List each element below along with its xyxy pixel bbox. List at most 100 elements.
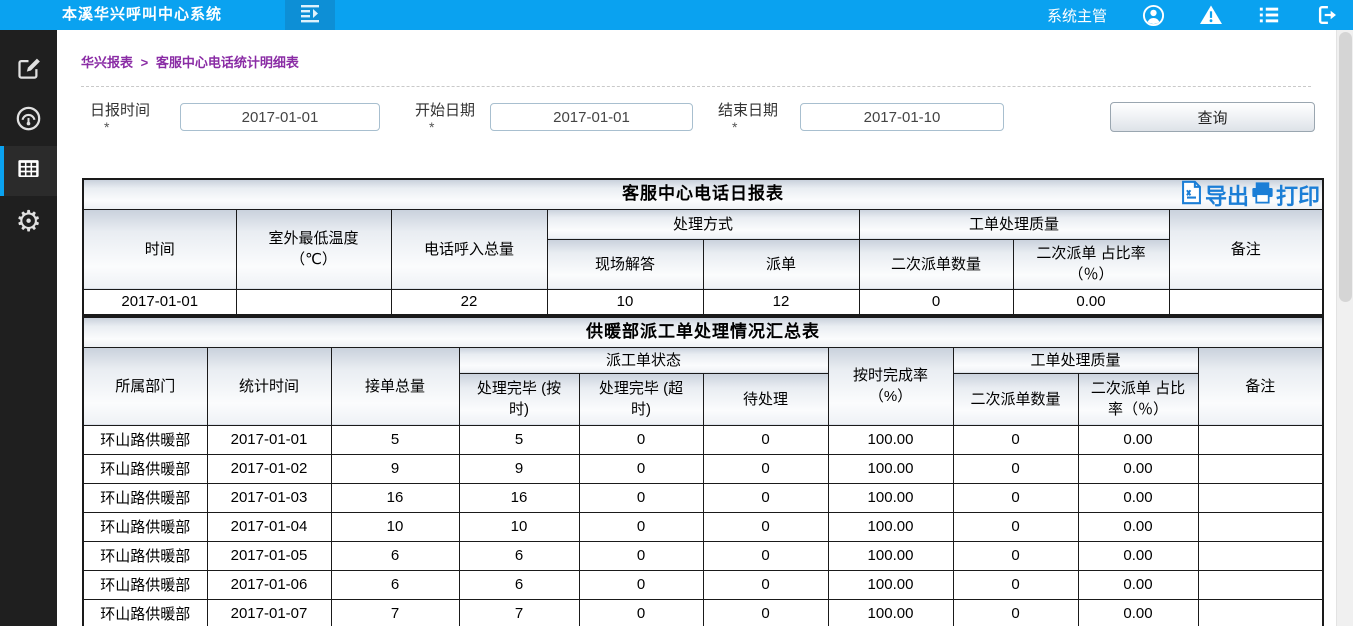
table-cell: 环山路供暖部 xyxy=(83,483,207,512)
table-cell: 2017-01-06 xyxy=(207,570,331,599)
table-cell: 7 xyxy=(459,599,579,626)
table-cell: 5 xyxy=(459,425,579,454)
excel-file-icon xyxy=(1178,179,1205,212)
table-cell: 0 xyxy=(953,425,1078,454)
table-cell: 10 xyxy=(547,289,703,315)
vertical-scrollbar[interactable] xyxy=(1336,30,1353,626)
table-title: 客服中心电话日报表 xyxy=(83,179,1323,209)
sidebar-item-settings[interactable]: ⚙ xyxy=(0,196,57,246)
col-header-remark: 备注 xyxy=(1198,347,1323,425)
table-cell: 12 xyxy=(703,289,859,315)
table-cell: 0.00 xyxy=(1013,289,1169,315)
user-circle-icon[interactable] xyxy=(1141,3,1165,27)
start-date-input[interactable] xyxy=(490,103,693,131)
col-header-remark: 备注 xyxy=(1169,209,1323,289)
report-time-input[interactable] xyxy=(180,103,380,131)
bullet-list-icon[interactable] xyxy=(1257,3,1281,27)
table-cell: 2017-01-01 xyxy=(207,425,331,454)
table-cell xyxy=(1198,454,1323,483)
breadcrumb: 华兴报表 > 客服中心电话统计明细表 xyxy=(81,52,299,71)
scrollbar-thumb[interactable] xyxy=(1339,32,1352,302)
table-cell: 环山路供暖部 xyxy=(83,512,207,541)
table-cell: 2017-01-03 xyxy=(207,483,331,512)
table-row: 环山路供暖部2017-01-015500100.0000.00 xyxy=(83,425,1323,454)
table-cell: 0.00 xyxy=(1078,512,1198,541)
col-header-min-temp: 室外最低温度 （℃） xyxy=(236,209,391,289)
table-cell: 0.00 xyxy=(1078,541,1198,570)
start-date-label: 开始日期 * xyxy=(415,102,475,136)
app-title: 本溪华兴呼叫中心系统 xyxy=(62,0,222,30)
col-header-done-overtime: 处理完毕 (超 时) xyxy=(579,373,703,425)
menu-toggle-button[interactable] xyxy=(285,0,335,30)
table-cell xyxy=(236,289,391,315)
topbar-right: 系统主管 xyxy=(1047,0,1339,30)
table-cell: 0 xyxy=(953,599,1078,626)
table-cell: 6 xyxy=(331,570,459,599)
print-button[interactable]: 打印 xyxy=(1249,179,1320,212)
user-role: 系统主管 xyxy=(1047,5,1107,26)
heating-table-body: 环山路供暖部2017-01-015500100.0000.00环山路供暖部201… xyxy=(83,425,1323,626)
gauge-icon xyxy=(15,105,42,137)
table-cell: 0 xyxy=(703,512,828,541)
gear-icon: ⚙ xyxy=(16,207,42,236)
required-asterisk: * xyxy=(718,119,778,136)
sidebar: ⚙ xyxy=(0,30,57,626)
query-button[interactable]: 查询 xyxy=(1110,102,1315,132)
table-cell: 0 xyxy=(703,425,828,454)
table-cell: 0 xyxy=(579,425,703,454)
table-cell: 6 xyxy=(459,541,579,570)
table-cell: 0.00 xyxy=(1078,570,1198,599)
main-content: 华兴报表 > 客服中心电话统计明细表 日报时间 * 开始日期 * 结束日期 * … xyxy=(57,30,1336,626)
table-cell xyxy=(1169,289,1323,315)
table-row: 环山路供暖部2017-01-029900100.0000.00 xyxy=(83,454,1323,483)
col-group-method: 处理方式 xyxy=(547,209,859,239)
required-asterisk: * xyxy=(90,119,150,136)
table-cell xyxy=(1198,512,1323,541)
table-row: 环山路供暖部2017-01-056600100.0000.00 xyxy=(83,541,1323,570)
table-row: 环山路供暖部2017-01-03161600100.0000.00 xyxy=(83,483,1323,512)
table-cell: 0 xyxy=(953,541,1078,570)
end-date-input[interactable] xyxy=(800,103,1004,131)
daily-table-body: 2017-01-0122101200.00 xyxy=(83,289,1323,315)
logout-icon[interactable] xyxy=(1315,3,1339,27)
breadcrumb-current[interactable]: 客服中心电话统计明细表 xyxy=(156,55,299,70)
col-header-total-calls: 电话呼入总量 xyxy=(391,209,547,289)
required-asterisk: * xyxy=(415,119,475,136)
menu-indent-icon xyxy=(298,1,322,30)
col-header-second-count: 二次派单数量 xyxy=(953,373,1078,425)
table-cell: 100.00 xyxy=(828,483,953,512)
table-cell: 100.00 xyxy=(828,512,953,541)
export-button[interactable]: 导出 xyxy=(1178,179,1249,212)
col-header-stat-time: 统计时间 xyxy=(207,347,331,425)
breadcrumb-root[interactable]: 华兴报表 xyxy=(81,55,133,70)
table-cell: 0.00 xyxy=(1078,454,1198,483)
table-cell xyxy=(1198,570,1323,599)
table-row: 2017-01-0122101200.00 xyxy=(83,289,1323,315)
table-cell: 100.00 xyxy=(828,425,953,454)
col-header-time: 时间 xyxy=(83,209,236,289)
topbar: 本溪华兴呼叫中心系统 系统主管 xyxy=(0,0,1353,30)
table-cell: 环山路供暖部 xyxy=(83,541,207,570)
table-cell: 10 xyxy=(331,512,459,541)
table-cell: 2017-01-05 xyxy=(207,541,331,570)
table-cell xyxy=(1198,425,1323,454)
col-header-dept: 所属部门 xyxy=(83,347,207,425)
sidebar-item-dashboard[interactable] xyxy=(0,96,57,146)
sidebar-item-edit[interactable] xyxy=(0,46,57,96)
table-cell: 0 xyxy=(579,541,703,570)
col-group-status: 派工单状态 xyxy=(459,347,828,373)
end-date-label: 结束日期 * xyxy=(718,102,778,136)
table-cell: 16 xyxy=(459,483,579,512)
table-cell: 0 xyxy=(953,512,1078,541)
table-cell: 100.00 xyxy=(828,541,953,570)
table-cell: 6 xyxy=(459,570,579,599)
report-time-label: 日报时间 * xyxy=(90,102,150,136)
col-header-total-orders: 接单总量 xyxy=(331,347,459,425)
warning-triangle-icon[interactable] xyxy=(1199,3,1223,27)
table-cell: 6 xyxy=(331,541,459,570)
col-header-second-ratio: 二次派单 占比率 （％） xyxy=(1013,239,1169,289)
sidebar-item-reports[interactable] xyxy=(0,146,57,196)
table-title: 供暖部派工单处理情况汇总表 xyxy=(83,317,1323,347)
table-cell xyxy=(1198,483,1323,512)
table-cell: 2017-01-07 xyxy=(207,599,331,626)
